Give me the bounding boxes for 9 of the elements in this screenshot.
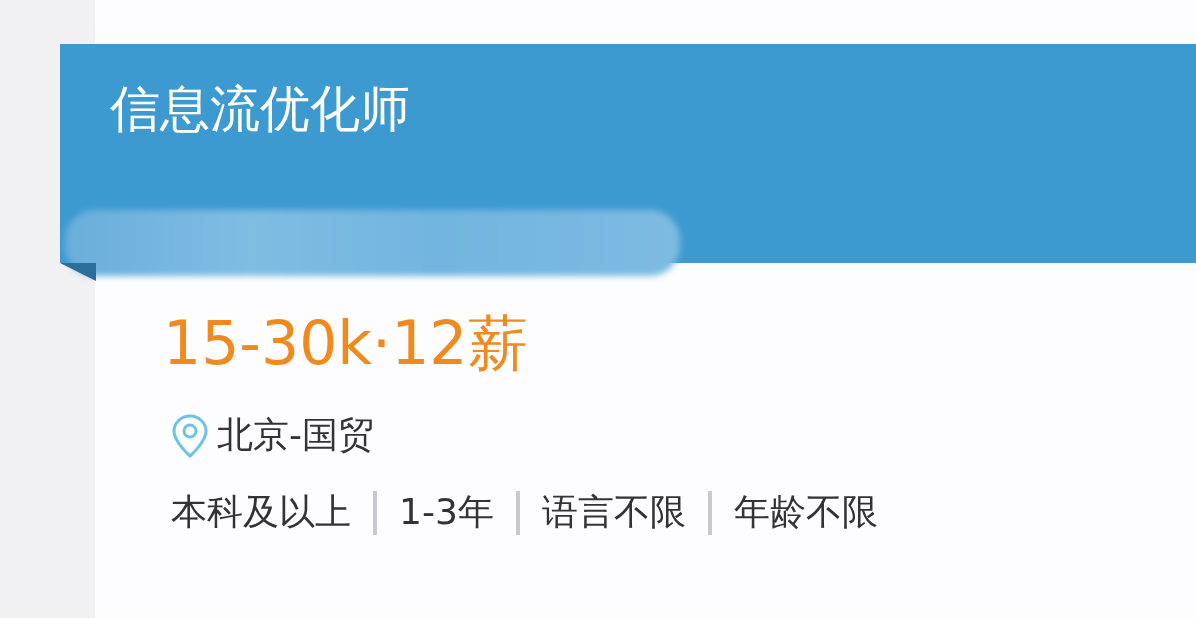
- requirement-tag: 年龄不限: [733, 488, 878, 537]
- ribbon-fold: [60, 263, 96, 281]
- requirement-tag: 语言不限: [541, 488, 686, 537]
- location-pin-icon: [171, 412, 209, 459]
- location: 北京-国贸: [217, 413, 374, 457]
- requirement-tag: 1-3年: [399, 488, 494, 537]
- requirement-tag: 本科及以上: [171, 488, 351, 537]
- job-title: 信息流优化师: [110, 79, 411, 140]
- salary: 15-30k·12薪: [163, 307, 529, 380]
